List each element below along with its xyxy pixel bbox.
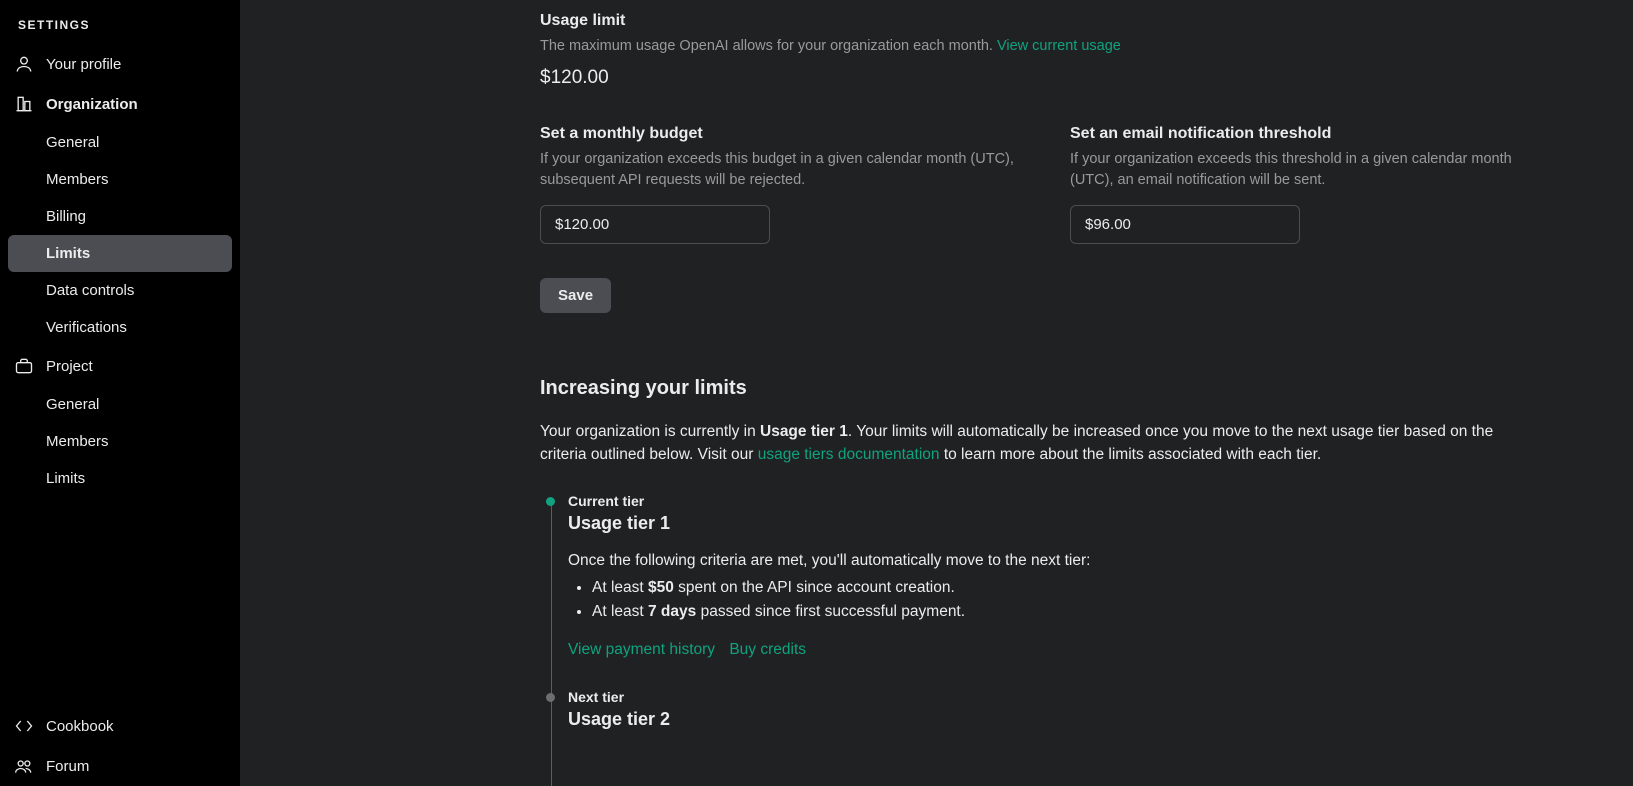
sidebar-label: Cookbook xyxy=(46,718,114,735)
sidebar-item-project-limits[interactable]: Limits xyxy=(0,460,240,497)
save-button[interactable]: Save xyxy=(540,278,611,313)
sidebar-item-cookbook[interactable]: Cookbook xyxy=(0,706,240,746)
sidebar-item-members[interactable]: Members xyxy=(0,161,240,198)
usage-limit-section: Usage limit The maximum usage OpenAI all… xyxy=(540,12,1593,89)
sidebar-label: General xyxy=(46,134,99,151)
sidebar-label: Forum xyxy=(46,758,89,775)
main-content: Usage limit The maximum usage OpenAI all… xyxy=(240,0,1633,786)
increasing-limits-heading: Increasing your limits xyxy=(540,377,1593,400)
email-threshold-title: Set an email notification threshold xyxy=(1070,125,1550,143)
monthly-budget-input[interactable] xyxy=(540,205,770,244)
building-icon xyxy=(14,94,34,114)
sidebar-label: Members xyxy=(46,171,109,188)
sidebar-item-data-controls[interactable]: Data controls xyxy=(0,272,240,309)
sidebar-item-billing[interactable]: Billing xyxy=(0,198,240,235)
tier-dot-current-icon xyxy=(546,497,555,506)
sidebar-item-verifications[interactable]: Verifications xyxy=(0,309,240,346)
next-tier-label: Next tier xyxy=(568,689,1593,705)
sidebar-item-limits[interactable]: Limits xyxy=(8,235,232,272)
tier-dot-next-icon xyxy=(546,693,555,702)
sidebar-item-your-profile[interactable]: Your profile xyxy=(0,44,240,84)
sidebar-item-forum[interactable]: Forum xyxy=(0,746,240,786)
tier-links: View payment history Buy credits xyxy=(568,641,1593,659)
current-tier-label: Current tier xyxy=(568,493,1593,509)
tier-timeline: Current tier Usage tier 1 Once the follo… xyxy=(540,493,1593,779)
timeline-line xyxy=(551,501,552,786)
buy-credits-link[interactable]: Buy credits xyxy=(729,641,806,658)
sidebar-label: Members xyxy=(46,433,109,450)
sidebar-item-organization[interactable]: Organization xyxy=(0,84,240,124)
usage-tiers-documentation-link[interactable]: usage tiers documentation xyxy=(758,446,940,463)
sidebar-label: Data controls xyxy=(46,282,134,299)
sidebar-label: Organization xyxy=(46,96,138,113)
sidebar-label: Your profile xyxy=(46,56,121,73)
sidebar-label: Project xyxy=(46,358,93,375)
criteria-intro: Once the following criteria are met, you… xyxy=(568,552,1593,570)
email-threshold-section: Set an email notification threshold If y… xyxy=(1070,125,1550,244)
increasing-limits-paragraph: Your organization is currently in Usage … xyxy=(540,420,1540,467)
monthly-budget-desc: If your organization exceeds this budget… xyxy=(540,149,1020,191)
briefcase-icon xyxy=(14,356,34,376)
next-tier-block: Next tier Usage tier 2 xyxy=(568,689,1593,778)
sidebar-label: General xyxy=(46,396,99,413)
monthly-budget-title: Set a monthly budget xyxy=(540,125,1020,143)
monthly-budget-section: Set a monthly budget If your organizatio… xyxy=(540,125,1020,244)
email-threshold-desc: If your organization exceeds this thresh… xyxy=(1070,149,1550,191)
view-payment-history-link[interactable]: View payment history xyxy=(568,641,715,658)
current-tier-block: Current tier Usage tier 1 Once the follo… xyxy=(568,493,1593,690)
sidebar-label: Limits xyxy=(46,245,90,262)
sidebar: SETTINGS Your profile Organization Gener… xyxy=(0,0,240,786)
current-tier-name: Usage tier 1 xyxy=(568,513,1593,534)
usage-limit-desc: The maximum usage OpenAI allows for your… xyxy=(540,36,1593,57)
people-icon xyxy=(14,756,34,776)
view-current-usage-link[interactable]: View current usage xyxy=(997,38,1121,54)
sidebar-item-project-members[interactable]: Members xyxy=(0,423,240,460)
sidebar-item-project[interactable]: Project xyxy=(0,346,240,386)
criteria-list: At least $50 spent on the API since acco… xyxy=(568,576,1593,626)
code-icon xyxy=(14,716,34,736)
sidebar-item-project-general[interactable]: General xyxy=(0,386,240,423)
sidebar-header: SETTINGS xyxy=(0,14,240,44)
usage-limit-value: $120.00 xyxy=(540,67,1593,89)
usage-limit-title: Usage limit xyxy=(540,12,1593,30)
criteria-item: At least 7 days passed since first succe… xyxy=(592,600,1593,625)
sidebar-item-general[interactable]: General xyxy=(0,124,240,161)
sidebar-label: Limits xyxy=(46,470,85,487)
next-tier-name: Usage tier 2 xyxy=(568,709,1593,730)
user-icon xyxy=(14,54,34,74)
email-threshold-input[interactable] xyxy=(1070,205,1300,244)
sidebar-label: Billing xyxy=(46,208,86,225)
sidebar-label: Verifications xyxy=(46,319,127,336)
criteria-item: At least $50 spent on the API since acco… xyxy=(592,576,1593,601)
current-tier-inline: Usage tier 1 xyxy=(760,423,848,440)
